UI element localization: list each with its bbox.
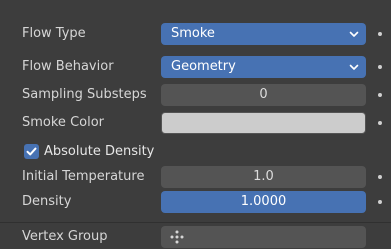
flow-behavior-label: Flow Behavior	[22, 59, 114, 74]
chevron-down-icon	[349, 31, 359, 37]
chevron-down-icon	[349, 64, 359, 70]
initial-temperature-label: Initial Temperature	[22, 169, 145, 184]
flow-type-label: Flow Type	[22, 26, 86, 41]
absolute-density-row: Absolute Density	[0, 140, 391, 164]
flow-behavior-row: Flow Behavior Geometry	[0, 55, 391, 79]
initial-temperature-row: Initial Temperature 1.0	[0, 165, 391, 189]
divider	[0, 222, 391, 223]
flow-type-row: Flow Type Smoke	[0, 22, 391, 46]
animate-property-dot[interactable]	[378, 121, 382, 125]
density-label: Density	[22, 194, 72, 209]
density-field[interactable]: 1.0000	[161, 191, 366, 213]
absolute-density-label: Absolute Density	[44, 144, 155, 159]
animate-property-dot[interactable]	[378, 200, 382, 204]
vertex-group-field[interactable]	[161, 226, 366, 248]
vertex-group-label: Vertex Group	[22, 229, 108, 244]
flow-behavior-dropdown[interactable]: Geometry	[161, 56, 366, 78]
vertex-group-icon	[170, 230, 184, 244]
flow-type-dropdown[interactable]: Smoke	[161, 23, 366, 45]
smoke-color-swatch[interactable]	[161, 112, 366, 134]
smoke-color-label: Smoke Color	[22, 115, 105, 130]
sampling-substeps-label: Sampling Substeps	[22, 87, 147, 102]
flow-type-value: Smoke	[171, 26, 215, 41]
smoke-color-row: Smoke Color	[0, 111, 391, 135]
animate-property-dot[interactable]	[378, 93, 382, 97]
flow-behavior-value: Geometry	[171, 59, 236, 74]
density-row: Density 1.0000	[0, 190, 391, 214]
vertex-group-row: Vertex Group	[0, 225, 391, 249]
animate-property-dot[interactable]	[378, 32, 382, 36]
absolute-density-checkbox[interactable]	[24, 144, 39, 159]
initial-temperature-field[interactable]: 1.0	[161, 166, 366, 188]
checkmark-icon	[26, 147, 37, 156]
animate-property-dot[interactable]	[378, 65, 382, 69]
sampling-substeps-row: Sampling Substeps 0	[0, 83, 391, 107]
animate-property-dot[interactable]	[378, 175, 382, 179]
sampling-substeps-field[interactable]: 0	[161, 84, 366, 106]
